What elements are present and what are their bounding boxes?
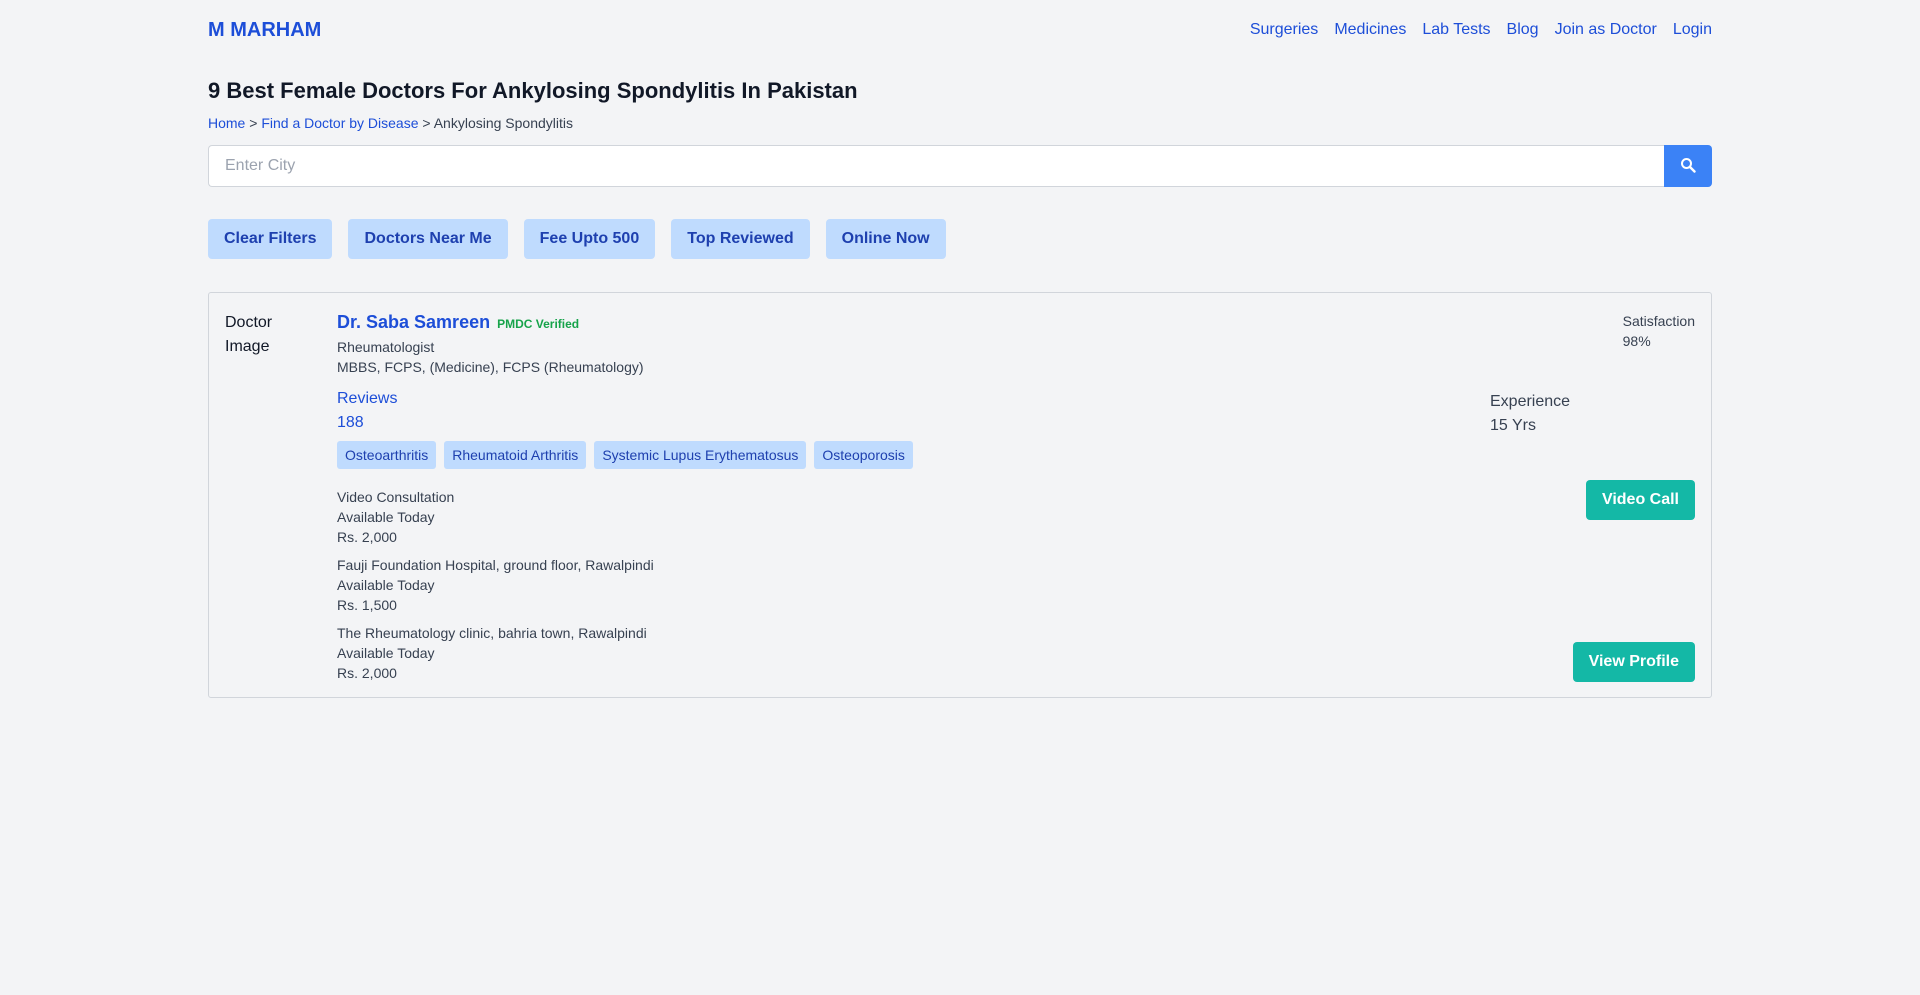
location-name: Fauji Foundation Hospital, ground floor,…: [337, 557, 654, 573]
nav-medicines[interactable]: Medicines: [1334, 21, 1406, 39]
doctor-image[interactable]: Doctor Image: [225, 311, 295, 359]
doctor-name-row: Dr. Saba Samreen PMDC Verified: [337, 312, 579, 333]
nav-surgeries[interactable]: Surgeries: [1250, 21, 1318, 39]
nav-login[interactable]: Login: [1673, 21, 1712, 39]
nav-lab-tests[interactable]: Lab Tests: [1422, 21, 1490, 39]
filter-clear[interactable]: Clear Filters: [208, 219, 333, 259]
condition-tags: Osteoarthritis Rheumatoid Arthritis Syst…: [337, 441, 913, 469]
experience-value: 15 Yrs: [1490, 417, 1536, 434]
breadcrumb-separator: >: [422, 115, 431, 131]
breadcrumb: Home > Find a Doctor by Disease > Ankylo…: [208, 115, 1712, 131]
doctor-specialty: Rheumatologist: [337, 339, 435, 355]
filter-online-now[interactable]: Online Now: [825, 219, 946, 259]
location-availability: Available Today: [337, 577, 435, 593]
logo[interactable]: M MARHAM: [208, 19, 321, 42]
experience-stat: Experience 15 Yrs: [1490, 390, 1570, 438]
location-fee: Rs. 2,000: [337, 665, 397, 681]
view-profile-button[interactable]: View Profile: [1572, 642, 1695, 682]
location-fauji-foundation: Fauji Foundation Hospital, ground floor,…: [337, 555, 654, 615]
location-availability: Available Today: [337, 645, 435, 661]
city-search: [208, 145, 1712, 187]
doctor-qualifications: MBBS, FCPS, (Medicine), FCPS (Rheumatolo…: [337, 359, 644, 375]
doctor-name[interactable]: Dr. Saba Samreen: [337, 312, 490, 332]
tag-rheumatoid-arthritis[interactable]: Rheumatoid Arthritis: [444, 441, 587, 469]
tag-osteoporosis[interactable]: Osteoporosis: [814, 441, 913, 469]
breadcrumb-separator: >: [249, 115, 258, 131]
location-video-consultation: Video Consultation Available Today Rs. 2…: [337, 487, 454, 547]
satisfaction-stat: Satisfaction 98%: [1623, 311, 1695, 351]
breadcrumb-find-by-disease[interactable]: Find a Doctor by Disease: [261, 115, 418, 131]
verified-badge: PMDC Verified: [497, 317, 580, 331]
location-fee: Rs. 1,500: [337, 597, 397, 613]
reviews-count[interactable]: 188: [337, 414, 364, 432]
page-title: 9 Best Female Doctors For Ankylosing Spo…: [208, 78, 858, 103]
doctor-card: Doctor Image Dr. Saba Samreen PMDC Verif…: [208, 292, 1712, 698]
page-container: M MARHAM Surgeries Medicines Lab Tests B…: [208, 0, 1712, 698]
location-rheumatology-clinic: The Rheumatology clinic, bahria town, Ra…: [337, 623, 647, 683]
main-nav: Surgeries Medicines Lab Tests Blog Join …: [1250, 21, 1712, 39]
location-availability: Available Today: [337, 509, 435, 525]
filter-fee-upto-500[interactable]: Fee Upto 500: [523, 219, 656, 259]
site-header: M MARHAM Surgeries Medicines Lab Tests B…: [208, 0, 1712, 62]
experience-label: Experience: [1490, 393, 1571, 410]
search-icon: [1680, 157, 1696, 176]
city-search-input[interactable]: [208, 145, 1664, 187]
search-button[interactable]: [1664, 145, 1712, 187]
location-name: The Rheumatology clinic, bahria town, Ra…: [337, 625, 647, 641]
satisfaction-value: 98%: [1622, 333, 1651, 349]
filter-bar: Clear Filters Doctors Near Me Fee Upto 5…: [208, 219, 1712, 259]
satisfaction-label: Satisfaction: [1622, 313, 1695, 329]
breadcrumb-current: Ankylosing Spondylitis: [433, 115, 574, 131]
location-fee: Rs. 2,000: [337, 529, 397, 545]
nav-blog[interactable]: Blog: [1507, 21, 1539, 39]
tag-systemic-lupus[interactable]: Systemic Lupus Erythematosus: [594, 441, 807, 469]
nav-join-as-doctor[interactable]: Join as Doctor: [1555, 21, 1657, 39]
video-call-button[interactable]: Video Call: [1585, 480, 1695, 520]
reviews-label[interactable]: Reviews: [337, 390, 397, 408]
filter-doctors-near-me[interactable]: Doctors Near Me: [348, 219, 508, 259]
filter-top-reviewed[interactable]: Top Reviewed: [671, 219, 810, 259]
location-name: Video Consultation: [337, 489, 455, 505]
tag-osteoarthritis[interactable]: Osteoarthritis: [337, 441, 437, 469]
breadcrumb-home[interactable]: Home: [208, 115, 245, 131]
